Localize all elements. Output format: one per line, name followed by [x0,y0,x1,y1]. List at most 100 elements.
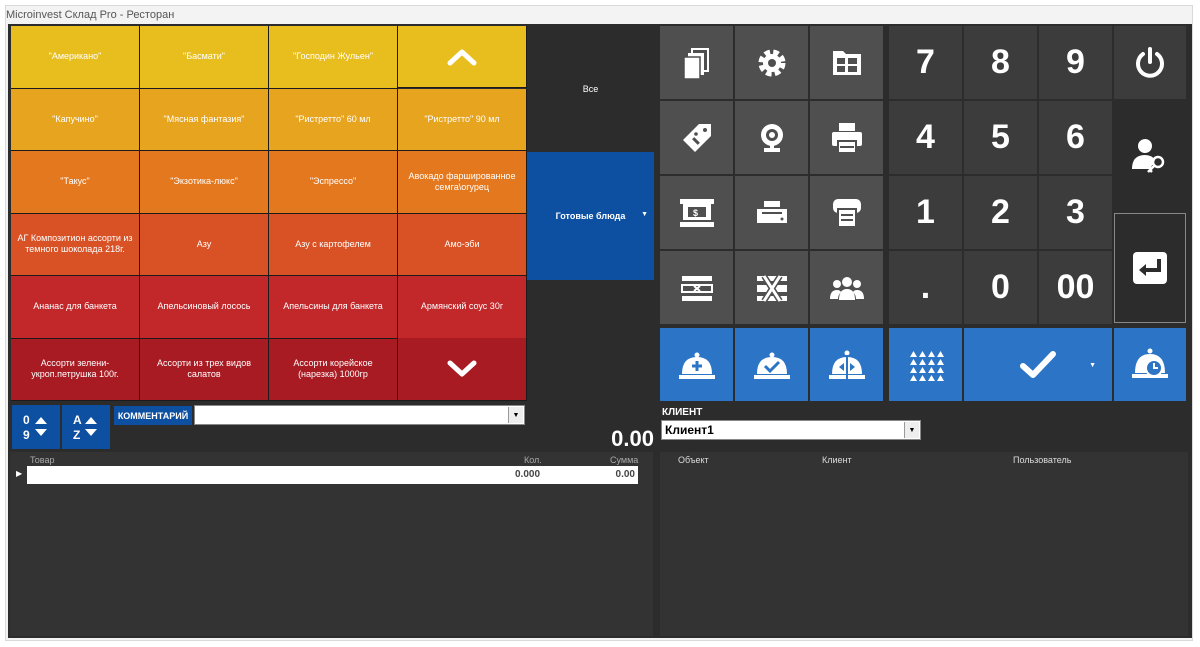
tables-overview-button[interactable] [889,328,962,401]
svg-text:Z: Z [73,428,80,442]
product-button[interactable]: Ассорти из трех видов салатов [140,338,269,401]
svg-text:9: 9 [23,428,30,442]
product-label: Азу [196,238,212,249]
product-button[interactable]: "Капучино" [11,88,140,151]
fiscal-printer-button[interactable] [810,176,883,249]
product-label: "Капучино" [52,113,98,124]
sort-alpha-icon: A Z [73,413,97,442]
void-row-button[interactable] [660,251,733,324]
product-button[interactable]: Апельсиновый лосось [140,276,269,339]
objects-table: Объект Клиент Пользователь [660,452,1188,636]
numpad-key[interactable]: 0 [964,251,1037,324]
print-button[interactable] [810,101,883,174]
category-all-label: Все [582,84,599,94]
cash-register-button[interactable]: $ [660,176,733,249]
numpad-key[interactable]: 6 [1039,101,1112,174]
checkmark-icon [1020,350,1056,378]
sort-alpha-button[interactable]: A Z [62,405,110,449]
col-header-product: Товар [30,455,55,465]
col-header-client: Клиент [822,455,852,465]
comment-dropdown-button[interactable]: ▼ [508,407,523,423]
numpad-key[interactable]: 00 [1039,251,1112,324]
col-header-qty: Кол. [524,455,542,465]
numpad-key[interactable]: 7 [889,26,962,99]
numpad-key[interactable]: 5 [964,101,1037,174]
receipt-printer-button[interactable] [735,176,808,249]
cloche-check-icon [753,352,790,379]
comment-input[interactable]: ▼ [194,405,525,425]
product-button[interactable]: Ананас для банкета [11,276,140,339]
numpad-key[interactable]: 9 [1039,26,1112,99]
product-button[interactable]: Авокадо фаршированное семга\огурец [398,151,527,214]
user-key-icon [1132,139,1165,173]
fiscal-printer-icon [832,198,861,228]
product-label: Ассорти из трех видов салатов [156,358,251,380]
scroll-up-button[interactable] [398,26,527,88]
price-info-button[interactable] [660,101,733,174]
product-label: Авокадо фаршированное семга\огурец [408,170,516,192]
product-button[interactable]: "Такус" [11,151,140,214]
documents-button[interactable] [660,26,733,99]
row-indicator-icon: ▶ [16,469,23,478]
chevron-up-icon [447,49,477,65]
power-button[interactable] [1114,26,1186,99]
webcam-button[interactable] [735,101,808,174]
product-button[interactable]: "Эспрессо" [269,151,398,214]
group-button[interactable] [810,251,883,324]
new-table-button[interactable] [660,328,733,401]
numpad-key[interactable]: 3 [1039,176,1112,249]
product-button[interactable]: Азу [140,213,269,276]
numpad-key[interactable]: 4 [889,101,962,174]
main-area: "Американо" "Басмати" "Господин Жульен" "Ка… [8,24,1192,638]
product-button[interactable]: Апельсины для банкета [269,276,398,339]
product-button[interactable]: Амо-эби [398,213,527,276]
product-button[interactable]: "Господин Жульен" [269,26,398,89]
confirm-order-button[interactable]: ▼ [964,328,1112,401]
numpad-key[interactable]: . [889,251,962,324]
timed-order-button[interactable] [1114,328,1186,401]
receipt-printer-icon [756,200,787,223]
numpad-key[interactable]: 8 [964,26,1037,99]
client-label: КЛИЕНТ [662,407,703,418]
col-header-user: Пользователь [1013,455,1072,465]
enter-button[interactable] [1114,213,1186,323]
user-login-button[interactable] [1114,101,1186,209]
product-button[interactable]: "Мясная фантазия" [140,88,269,151]
webcam-icon [760,123,783,152]
file-table-button[interactable] [810,26,883,99]
cloche-clock-icon [1132,348,1168,378]
product-label: Ананас для банкета [33,301,117,312]
numpad-key[interactable]: 2 [964,176,1037,249]
product-label: "Экзотика-люкс" [170,176,238,187]
product-button[interactable]: "Ристретто" 90 мл [398,88,527,151]
category-all[interactable]: Все [527,26,654,152]
product-button[interactable]: Ассорти зелени-укроп.петрушка 100г. [11,338,140,401]
client-dropdown-button[interactable]: ▼ [904,422,919,438]
product-button[interactable]: "Экзотика-люкс" [140,151,269,214]
split-table-button[interactable] [810,328,883,401]
category-ready-dishes[interactable]: Готовые блюда ▼ [527,152,654,280]
product-button[interactable]: Ассорти корейское (нарезка) 1000гр [269,338,398,401]
documents-icon [682,47,709,80]
caret-down-icon: ▼ [641,211,648,218]
table-row[interactable]: 0.000 0.00 [27,466,638,484]
product-label: Азу с картофелем [295,238,371,249]
client-select[interactable]: Клиент1 ▼ [661,420,921,440]
product-button[interactable]: "Ристретто" 60 мл [269,88,398,151]
product-button[interactable]: Азу с картофелем [269,213,398,276]
product-button[interactable]: АГ Композитион ассорти из темного шокола… [11,213,140,276]
tables-grid-icon [909,350,944,381]
numpad-key[interactable]: 1 [889,176,962,249]
close-table-button[interactable] [735,328,808,401]
caret-down-icon: ▼ [1089,362,1096,369]
product-label: "Эспрессо" [309,176,357,187]
product-button[interactable]: "Басмати" [140,26,269,89]
client-select-value: Клиент1 [665,423,714,437]
scroll-down-button[interactable] [398,338,527,401]
sort-numeric-button[interactable]: 0 9 [12,405,60,449]
product-button[interactable]: Армянский соус 30г [398,276,527,339]
delete-row-button[interactable] [735,251,808,324]
settings-button[interactable] [735,26,808,99]
product-button[interactable]: "Американо" [11,26,140,89]
row-qty: 0.000 [515,469,541,480]
